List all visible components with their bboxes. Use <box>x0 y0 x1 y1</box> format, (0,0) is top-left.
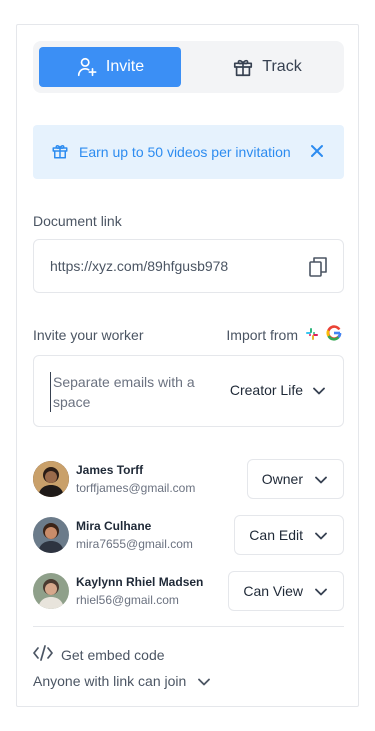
close-icon[interactable] <box>310 144 324 161</box>
avatar <box>33 461 69 497</box>
tab-track-label: Track <box>262 58 302 75</box>
chevron-down-icon <box>315 583 327 599</box>
chevron-down-icon <box>315 527 327 543</box>
permission-value: Can View <box>243 583 303 599</box>
copy-icon[interactable] <box>309 257 327 280</box>
member-row: James Torff torffjames@gmail.com Owner <box>33 459 344 499</box>
permission-select[interactable]: Can Edit <box>234 515 344 555</box>
tab-invite[interactable]: Invite <box>39 47 181 87</box>
gift-icon <box>232 56 254 78</box>
google-icon[interactable] <box>326 325 342 344</box>
member-row: Mira Culhane mira7655@gmail.com Can Edit <box>33 515 344 555</box>
banner-text: Earn up to 50 videos per invitation <box>79 144 291 160</box>
member-name: Mira Culhane <box>76 519 152 533</box>
access-label: Anyone with link can join <box>33 673 187 689</box>
slack-icon[interactable] <box>306 327 318 343</box>
import-from-label: Import from <box>226 326 298 343</box>
user-plus-icon <box>76 56 98 78</box>
tab-invite-label: Invite <box>105 58 145 75</box>
share-panel: Invite Track Earn up to 50 videos per in… <box>16 24 359 707</box>
document-link-label: Document link <box>33 213 122 229</box>
document-link-field[interactable]: https://xyz.com/89hfgusb978 <box>33 239 344 293</box>
member-email: torffjames@gmail.com <box>76 481 196 495</box>
embed-label: Get embed code <box>61 646 165 663</box>
promo-banner: Earn up to 50 videos per invitation <box>33 125 344 179</box>
member-email: rhiel56@gmail.com <box>76 593 179 607</box>
avatar <box>33 573 69 609</box>
role-select[interactable]: Creator Life <box>230 382 325 398</box>
invite-email-box: Separate emails with a space Creator Lif… <box>33 355 344 427</box>
member-row: Kaylynn Rhiel Madsen rhiel56@gmail.com C… <box>33 571 344 611</box>
chevron-down-icon <box>315 471 327 487</box>
chevron-down-icon <box>198 673 211 689</box>
divider <box>33 626 344 627</box>
member-name: Kaylynn Rhiel Madsen <box>76 575 204 589</box>
permission-select[interactable]: Can View <box>228 571 344 611</box>
get-embed-code-link[interactable]: Get embed code <box>33 645 165 664</box>
role-select-value: Creator Life <box>229 382 303 398</box>
permission-value: Can Edit <box>249 527 303 543</box>
tab-bar: Invite Track <box>33 41 344 93</box>
document-link-value: https://xyz.com/89hfgusb978 <box>50 258 229 274</box>
member-email: mira7655@gmail.com <box>76 537 193 551</box>
permission-select[interactable]: Owner <box>246 459 344 499</box>
code-icon <box>33 645 53 664</box>
import-from: Import from <box>226 325 342 344</box>
email-input[interactable]: Separate emails with a space <box>50 372 210 412</box>
tab-track[interactable]: Track <box>196 47 338 87</box>
permission-value: Owner <box>261 471 303 487</box>
gift-icon <box>51 142 69 163</box>
chevron-down-icon <box>313 382 325 398</box>
avatar <box>33 517 69 553</box>
invite-label: Invite your worker <box>33 327 144 343</box>
member-name: James Torff <box>76 463 144 477</box>
link-access-select[interactable]: Anyone with link can join <box>33 673 211 689</box>
